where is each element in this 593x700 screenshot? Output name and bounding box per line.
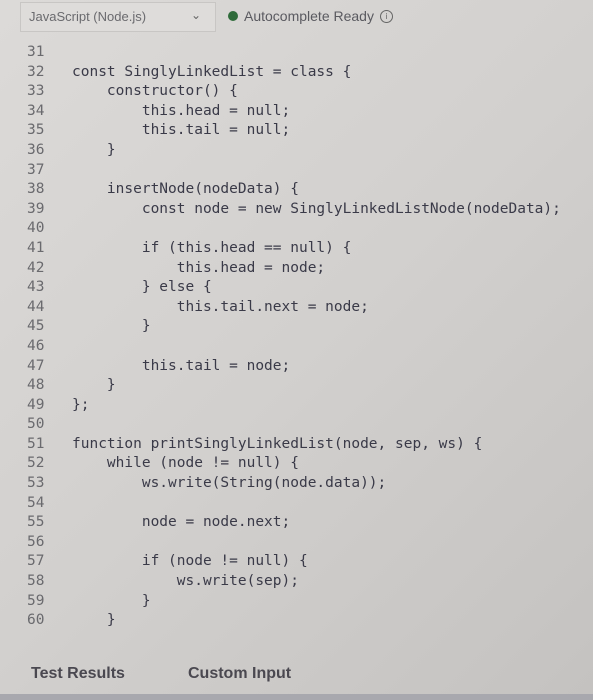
line-number: 59 <box>27 592 45 609</box>
line-number: 31 <box>27 44 45 60</box>
line-number: 45 <box>27 318 45 335</box>
line-number: 32 <box>27 63 45 80</box>
code-text[interactable]: this.tail = null; <box>72 121 290 141</box>
code-text[interactable]: } <box>72 317 151 337</box>
line-number: 55 <box>27 514 45 531</box>
line-number: 34 <box>27 102 45 119</box>
code-text[interactable]: while (node != null) { <box>72 454 299 474</box>
code-text[interactable]: ws.write(sep); <box>72 572 299 592</box>
line-number: 46 <box>27 337 45 354</box>
code-text[interactable]: function printSinglyLinkedList(node, sep… <box>72 435 482 455</box>
line-number: 43 <box>27 279 45 296</box>
editor-toolbar: JavaScript (Node.js) ⌄ Autocomplete Read… <box>0 0 593 40</box>
code-text[interactable]: ws.write(String(node.data)); <box>72 474 386 494</box>
line-number: 53 <box>27 475 45 492</box>
line-number: 60 <box>27 612 45 629</box>
code-text[interactable]: this.head = null; <box>72 102 290 122</box>
code-text[interactable]: constructor() { <box>72 82 238 102</box>
code-text[interactable]: } <box>72 592 151 612</box>
code-text[interactable]: const SinglyLinkedList = class { <box>72 63 351 83</box>
line-number: 38 <box>27 181 45 198</box>
code-text[interactable]: } <box>72 611 116 631</box>
code-text[interactable]: const node = new SinglyLinkedListNode(no… <box>72 200 561 220</box>
code-text[interactable]: this.head = node; <box>72 259 325 279</box>
bottom-tabs: Test Results Custom Input <box>0 655 593 700</box>
line-number: 58 <box>27 573 45 590</box>
status-dot-icon <box>228 11 238 21</box>
code-text[interactable]: }; <box>72 396 89 416</box>
line-number: 48 <box>27 377 45 394</box>
line-number: 51 <box>27 435 45 452</box>
line-number: 42 <box>27 259 45 276</box>
line-number: 40 <box>27 220 45 237</box>
code-text[interactable]: if (this.head == null) { <box>72 239 352 259</box>
line-number: 36 <box>27 141 45 158</box>
line-number: 44 <box>27 298 45 315</box>
line-number: 41 <box>27 239 45 256</box>
line-number: 35 <box>27 122 45 139</box>
autocomplete-status: Autocomplete Ready i <box>228 8 393 24</box>
line-number: 33 <box>27 83 45 100</box>
line-number: 54 <box>27 494 45 511</box>
line-number: 47 <box>27 357 45 374</box>
status-text: Autocomplete Ready <box>244 8 374 24</box>
code-text[interactable]: } <box>72 376 116 396</box>
line-number: 52 <box>27 455 45 472</box>
tab-test-results[interactable]: Test Results <box>31 665 125 683</box>
line-number: 49 <box>27 396 45 413</box>
line-number: 57 <box>27 553 45 570</box>
language-value: JavaScript (Node.js) <box>29 9 147 24</box>
chevron-down-icon: ⌄ <box>190 8 201 22</box>
line-number: 50 <box>27 416 45 433</box>
panel-divider <box>0 694 593 700</box>
line-number: 56 <box>27 533 45 550</box>
tab-custom-input[interactable]: Custom Input <box>188 665 291 683</box>
language-select[interactable]: JavaScript (Node.js) ⌄ <box>20 2 216 32</box>
line-number: 39 <box>27 200 45 217</box>
info-icon[interactable]: i <box>379 9 393 23</box>
code-text[interactable]: insertNode(nodeData) { <box>72 180 299 200</box>
code-text[interactable]: this.tail = node; <box>72 357 290 377</box>
code-text[interactable]: } else { <box>72 278 212 298</box>
code-text[interactable]: this.tail.next = node; <box>72 298 369 318</box>
code-text[interactable]: if (node != null) { <box>72 552 308 572</box>
code-text[interactable]: node = node.next; <box>72 513 290 533</box>
code-text[interactable]: } <box>72 141 116 161</box>
line-number: 37 <box>27 161 45 178</box>
